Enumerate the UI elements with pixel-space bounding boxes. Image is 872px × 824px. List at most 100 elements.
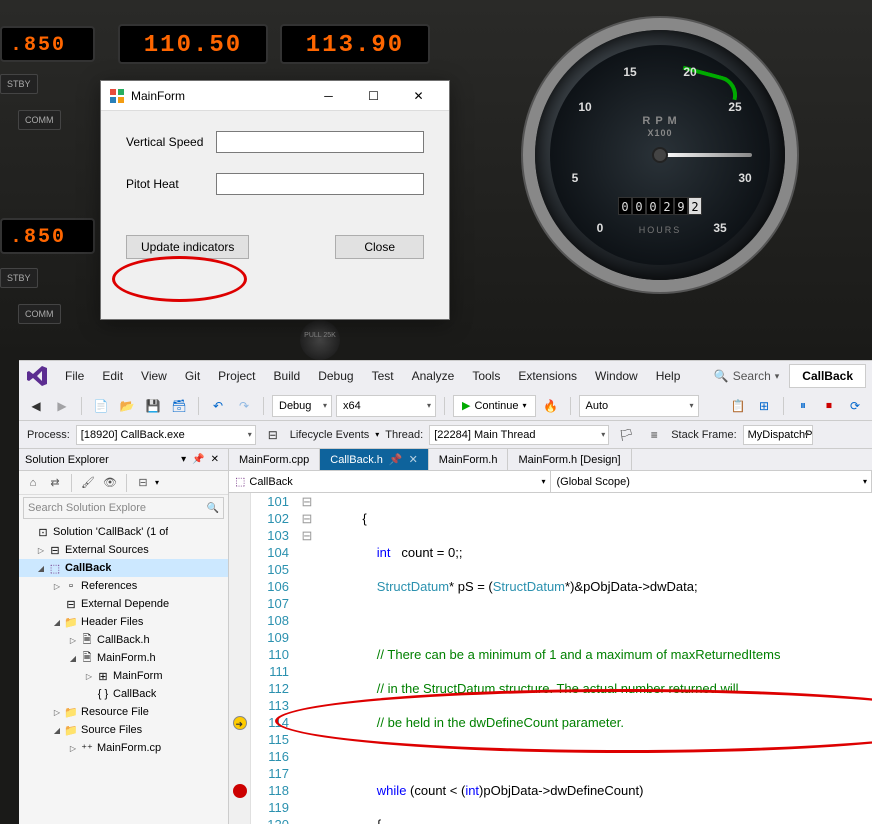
close-button[interactable]: ✕ — [396, 81, 441, 110]
editor-tabs: MainForm.cpp CallBack.h📌✕ MainForm.h Mai… — [229, 449, 872, 471]
sol-sync-icon[interactable]: ⇄ — [45, 473, 65, 493]
vs-search[interactable]: 🔍Search ▾ — [706, 367, 788, 385]
nav-scope-dropdown[interactable]: (Global Scope) — [551, 471, 872, 492]
menu-debug[interactable]: Debug — [310, 365, 361, 387]
menu-tools[interactable]: Tools — [464, 365, 508, 387]
menu-help[interactable]: Help — [648, 365, 689, 387]
tree-callback-h[interactable]: ▷🗎CallBack.h — [19, 631, 228, 649]
maximize-button[interactable]: ☐ — [351, 81, 396, 110]
breakpoint-icon[interactable] — [233, 784, 247, 798]
redo-icon[interactable]: ↷ — [233, 395, 255, 417]
menu-file[interactable]: File — [57, 365, 92, 387]
nav-fwd-icon[interactable]: ▶ — [51, 395, 73, 417]
flag-icon[interactable]: 🏳 — [615, 424, 637, 446]
menu-test[interactable]: Test — [364, 365, 402, 387]
tab-close-icon[interactable]: ✕ — [409, 453, 418, 466]
breakpoint-gutter[interactable] — [229, 493, 251, 824]
menu-edit[interactable]: Edit — [94, 365, 131, 387]
stack-icon[interactable]: ≡ — [643, 424, 665, 446]
process-dropdown[interactable]: [18920] CallBack.exe — [76, 425, 256, 445]
auto-dropdown[interactable]: Auto — [579, 395, 699, 417]
undo-icon[interactable]: ↶ — [207, 395, 229, 417]
play-icon: ▶ — [462, 399, 470, 412]
continue-button[interactable]: ▶Continue ▾ — [453, 395, 536, 417]
pin-icon[interactable]: 📌 — [189, 454, 207, 465]
gauge-label: R P M — [642, 115, 677, 127]
save-icon[interactable]: 💾 — [142, 395, 164, 417]
gauge-hours: HOURS — [550, 225, 770, 235]
nav-project-dropdown[interactable]: ⬚CallBack — [229, 471, 551, 492]
gauge-sublabel: X100 — [647, 128, 672, 138]
pitot-input[interactable] — [216, 173, 424, 195]
menu-extensions[interactable]: Extensions — [510, 365, 585, 387]
vs-context[interactable]: CallBack — [789, 364, 866, 388]
nav-back-icon[interactable]: ◀ — [25, 395, 47, 417]
stop-icon[interactable]: ⏹ — [818, 395, 840, 417]
menu-project[interactable]: Project — [210, 365, 263, 387]
tree-source-files[interactable]: ◢📁Source Files — [19, 721, 228, 739]
stby-button-2: STBY — [0, 268, 38, 288]
tree-solution[interactable]: ⊡Solution 'CallBack' (1 of — [19, 523, 228, 541]
visual-studio-ide: File Edit View Git Project Build Debug T… — [19, 360, 872, 824]
mainform-title: MainForm — [131, 89, 306, 103]
close-dialog-button[interactable]: Close — [335, 235, 424, 259]
open-icon[interactable]: 📂 — [116, 395, 138, 417]
sol-filter-icon[interactable]: ⊟ — [133, 473, 153, 493]
menu-view[interactable]: View — [133, 365, 175, 387]
solution-tree: ⊡Solution 'CallBack' (1 of ▷⊟External So… — [19, 521, 228, 824]
sol-view-icon[interactable]: 👁 — [100, 473, 120, 493]
fold-gutter[interactable]: ⊟⊟⊟ — [299, 493, 315, 824]
tab-callback-h[interactable]: CallBack.h📌✕ — [320, 449, 429, 470]
thread-dropdown[interactable]: [22284] Main Thread — [429, 425, 609, 445]
menu-window[interactable]: Window — [587, 365, 646, 387]
tree-external-deps[interactable]: ⊟External Depende — [19, 595, 228, 613]
save-all-icon[interactable]: 🗃 — [168, 395, 190, 417]
update-indicators-button[interactable]: Update indicators — [126, 235, 249, 259]
execution-pointer-icon[interactable] — [233, 716, 247, 730]
minimize-button[interactable]: ─ — [306, 81, 351, 110]
sol-brush-icon[interactable]: 🖌 — [78, 473, 98, 493]
app-icon — [109, 88, 125, 104]
tb-icon-1[interactable]: 📋 — [727, 395, 749, 417]
new-item-icon[interactable]: 📄 — [90, 395, 112, 417]
tab-mainform-h[interactable]: MainForm.h — [429, 449, 509, 470]
solution-search[interactable]: Search Solution Explore — [23, 497, 224, 519]
stackframe-dropdown[interactable]: MyDispatchP — [743, 425, 813, 445]
mainform-titlebar[interactable]: MainForm ─ ☐ ✕ — [101, 81, 449, 111]
line-numbers: 1011021031041051061071081091101111121131… — [251, 493, 299, 824]
tab-mainform-design[interactable]: MainForm.h [Design] — [508, 449, 631, 470]
search-icon: 🔍 — [714, 369, 729, 383]
lifecycle-icon[interactable]: ⊟ — [262, 424, 284, 446]
tb-icon-2[interactable]: ⊞ — [753, 395, 775, 417]
sol-home-icon[interactable]: ⌂ — [23, 473, 43, 493]
stackframe-label: Stack Frame: — [671, 429, 736, 441]
code-text[interactable]: { int count = 0;; StructDatum* pS = (Str… — [315, 493, 872, 824]
menu-analyze[interactable]: Analyze — [404, 365, 463, 387]
tree-header-files[interactable]: ◢📁Header Files — [19, 613, 228, 631]
close-panel-icon[interactable]: ✕ — [208, 454, 222, 465]
dropdown-icon[interactable]: ▾ — [178, 454, 189, 465]
tree-mainform-h[interactable]: ◢🗎MainForm.h — [19, 649, 228, 667]
tree-mainform-cpp[interactable]: ▷⁺⁺MainForm.cp — [19, 739, 228, 757]
pause-icon[interactable]: ⏸ — [792, 395, 814, 417]
tree-references[interactable]: ▷▫References — [19, 577, 228, 595]
config-dropdown[interactable]: Debug — [272, 395, 332, 417]
radio-freq-1: .850 — [0, 26, 95, 62]
tree-project-callback[interactable]: ◢⬚CallBack — [19, 559, 228, 577]
hot-reload-icon[interactable]: 🔥 — [540, 395, 562, 417]
tree-mainform-class[interactable]: ▷⊞MainForm — [19, 667, 228, 685]
platform-dropdown[interactable]: x64 — [336, 395, 436, 417]
menu-build[interactable]: Build — [266, 365, 309, 387]
solution-explorer: Solution Explorer ▾ 📌 ✕ ⌂ ⇄ 🖌 👁 ⊟ ▾ Sear… — [19, 449, 229, 824]
thread-label: Thread: — [385, 429, 423, 441]
code-area[interactable]: 1011021031041051061071081091101111121131… — [229, 493, 872, 824]
radio-freq-3: 113.90 — [280, 24, 430, 64]
restart-icon[interactable]: ⟳ — [844, 395, 866, 417]
tab-pin-icon[interactable]: 📌 — [389, 453, 403, 466]
tree-external-sources[interactable]: ▷⊟External Sources — [19, 541, 228, 559]
tab-mainform-cpp[interactable]: MainForm.cpp — [229, 449, 320, 470]
tree-resource-files[interactable]: ▷📁Resource File — [19, 703, 228, 721]
menu-git[interactable]: Git — [177, 365, 208, 387]
tree-callback-ns[interactable]: { }CallBack — [19, 685, 228, 703]
vspeed-input[interactable] — [216, 131, 424, 153]
